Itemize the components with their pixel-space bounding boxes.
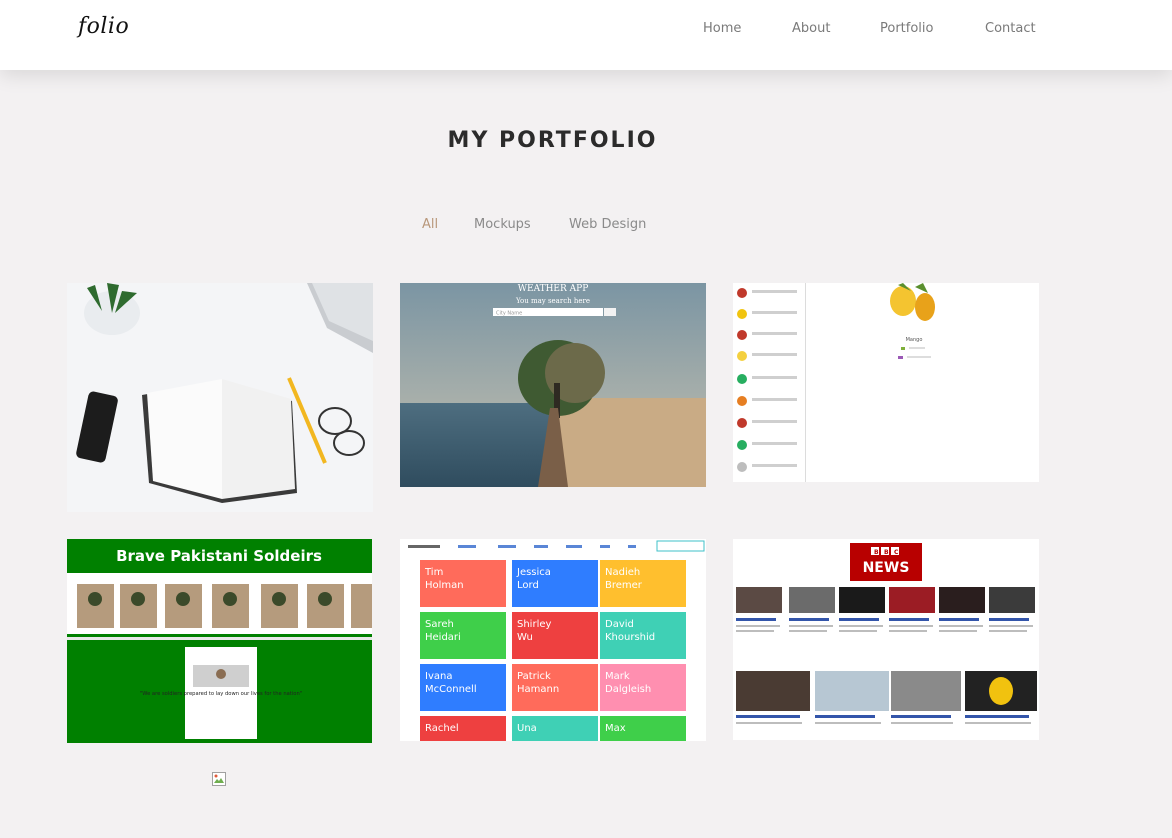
desk-mockup-image [67, 283, 373, 512]
portfolio-item-desk-mockup[interactable] [67, 283, 373, 512]
contact-tile-name: Nadieh [605, 567, 640, 578]
soldiers-page-title: Brave Pakistani Soldeirs [116, 547, 322, 565]
filter-all[interactable]: All [422, 217, 438, 232]
contact-tile-name: Shirley [517, 619, 552, 630]
soldiers-page-image: Brave Pakistani Soldeirs "We are soldier… [67, 539, 372, 743]
portfolio-item-fruits-app[interactable]: Mango [733, 283, 1039, 482]
contact-tile-name: Ivana [425, 671, 452, 682]
contact-tile-name: David [605, 619, 634, 630]
filter-mockups[interactable]: Mockups [474, 217, 531, 232]
portfolio-item-news[interactable]: B B C NEWS [733, 539, 1039, 740]
contact-tile-name: Heidari [425, 632, 461, 643]
portfolio-item-contacts[interactable]: Tim Holman Jessica Lord Nadieh Bremer Sareh Hei… [400, 539, 706, 741]
nav-about[interactable]: About [792, 21, 830, 36]
weather-search-placeholder: City Name [496, 311, 522, 317]
contacts-grid-image: Tim Holman Jessica Lord Nadieh Bremer Sareh Hei… [400, 539, 706, 741]
contact-tile-name: Khourshid [605, 632, 655, 643]
fruits-app-image: Mango [733, 283, 1039, 482]
news-logo-text: NEWS [863, 560, 910, 576]
contact-tile-name: Holman [425, 580, 464, 591]
portfolio-item-weather-app[interactable]: WEATHER APP You may search here City Nam… [400, 283, 706, 487]
news-page-image: B B C NEWS [733, 539, 1039, 740]
svg-text:B: B [874, 549, 879, 556]
weather-app-subtitle: You may search here [515, 297, 590, 305]
filter-web-design[interactable]: Web Design [569, 217, 646, 232]
fruit-selected-name: Mango [906, 337, 923, 343]
broken-image-icon [212, 772, 226, 786]
contact-tile-name: Una [517, 723, 537, 734]
contact-tile-name: Mark [605, 671, 630, 682]
nav-contact[interactable]: Contact [985, 21, 1036, 36]
contact-tile-name: Dalgleish [605, 684, 651, 695]
contact-tile-name: Tim [424, 567, 443, 578]
contact-tile-name: Rachel [425, 723, 459, 734]
weather-app-title: WEATHER APP [518, 284, 589, 294]
contact-tile-name: Jessica [516, 567, 551, 578]
contact-tile-name: Hamann [517, 684, 559, 695]
portfolio-item-soldiers[interactable]: Brave Pakistani Soldeirs "We are soldier… [67, 539, 372, 743]
contact-tile-name: Lord [517, 580, 539, 591]
soldiers-quote: "We are soldiers prepared to lay down ou… [140, 691, 302, 697]
svg-text:B: B [884, 549, 889, 556]
nav-home[interactable]: Home [703, 21, 741, 36]
svg-text:C: C [894, 549, 899, 556]
contact-tile-name: McConnell [425, 684, 477, 695]
section-title: MY PORTFOLIO [447, 128, 658, 153]
contact-tile-name: Sareh [425, 619, 454, 630]
contact-tile-name: Bremer [605, 580, 643, 591]
contact-tile-name: Wu [517, 632, 533, 643]
site-logo[interactable]: folio [78, 14, 129, 39]
nav-portfolio[interactable]: Portfolio [880, 21, 933, 36]
weather-app-image: WEATHER APP You may search here City Nam… [400, 283, 706, 487]
contact-tile-name: Max [605, 723, 626, 734]
navbar: folio Home About Portfolio Contact [0, 0, 1172, 70]
contact-tile-name: Patrick [517, 671, 551, 682]
weather-search-button[interactable] [604, 308, 616, 316]
